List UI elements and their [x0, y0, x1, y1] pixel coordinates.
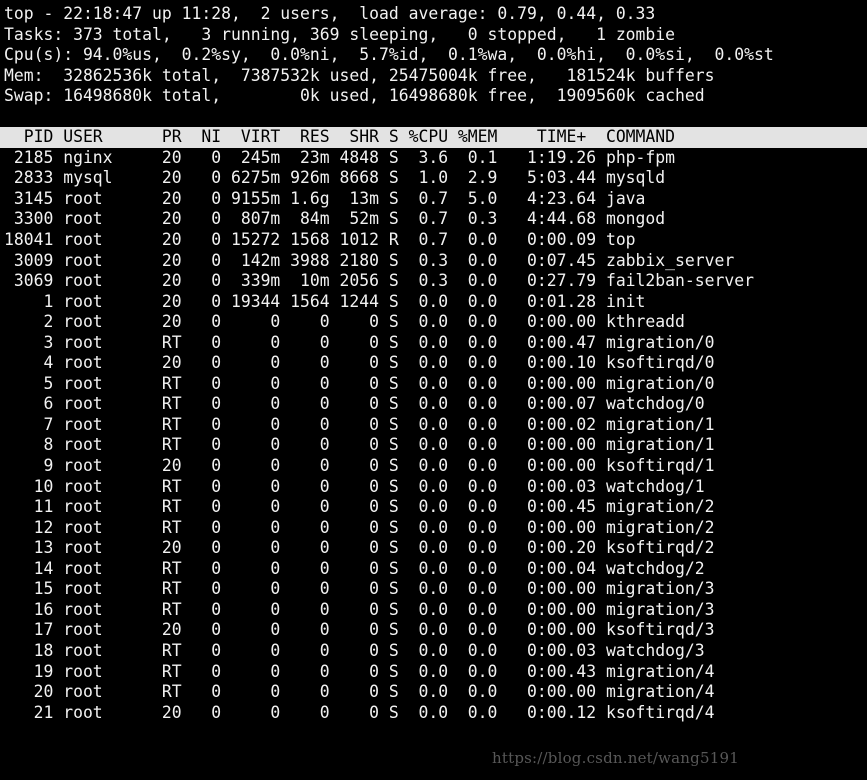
table-row: 16 root RT 0 0 0 0 S 0.0 0.0 0:00.00 mig… [4, 599, 715, 619]
table-row: 14 root RT 0 0 0 0 S 0.0 0.0 0:00.04 wat… [4, 558, 705, 578]
table-row: 8 root RT 0 0 0 0 S 0.0 0.0 0:00.00 migr… [4, 435, 715, 455]
table-row: 19 root RT 0 0 0 0 S 0.0 0.0 0:00.43 mig… [4, 661, 715, 681]
swap-line: Swap: 16498680k total, 0k used, 16498680… [4, 86, 705, 106]
table-row: 2185 nginx 20 0 245m 23m 4848 S 3.6 0.1 … [4, 147, 676, 167]
table-row: 3009 root 20 0 142m 3988 2180 S 0.3 0.0 … [4, 250, 735, 270]
process-table-body: 2185 nginx 20 0 245m 23m 4848 S 3.6 0.1 … [0, 148, 867, 723]
table-row: 1 root 20 0 19344 1564 1244 S 0.0 0.0 0:… [4, 291, 646, 311]
table-row: 5 root RT 0 0 0 0 S 0.0 0.0 0:00.00 migr… [4, 373, 715, 393]
top-summary-panel: top - 22:18:47 up 11:28, 2 users, load a… [0, 0, 867, 127]
uptime-line: top - 22:18:47 up 11:28, 2 users, load a… [4, 4, 656, 23]
table-row: 3069 root 20 0 339m 10m 2056 S 0.3 0.0 0… [4, 271, 754, 291]
table-row: 3300 root 20 0 807m 84m 52m S 0.7 0.3 4:… [4, 209, 666, 229]
watermark-text: https://blog.csdn.net/wang5191 [492, 749, 739, 767]
table-row: 4 root 20 0 0 0 0 S 0.0 0.0 0:00.10 ksof… [4, 353, 715, 373]
table-row: 3 root RT 0 0 0 0 S 0.0 0.0 0:00.47 migr… [4, 332, 715, 352]
summary-spacer [4, 107, 867, 128]
table-row: 18041 root 20 0 15272 1568 1012 R 0.7 0.… [4, 230, 636, 250]
memory-line: Mem: 32862536k total, 7387532k used, 254… [4, 65, 715, 85]
table-row: 20 root RT 0 0 0 0 S 0.0 0.0 0:00.00 mig… [4, 682, 715, 702]
cpu-line: Cpu(s): 94.0%us, 0.2%sy, 0.0%ni, 5.7%id,… [4, 45, 774, 65]
table-row: 6 root RT 0 0 0 0 S 0.0 0.0 0:00.07 watc… [4, 394, 705, 414]
table-row: 3145 root 20 0 9155m 1.6g 13m S 0.7 5.0 … [4, 188, 646, 208]
tasks-line: Tasks: 373 total, 3 running, 369 sleepin… [4, 24, 676, 44]
table-row: 13 root 20 0 0 0 0 S 0.0 0.0 0:00.20 kso… [4, 538, 715, 558]
table-row: 18 root RT 0 0 0 0 S 0.0 0.0 0:00.03 wat… [4, 640, 705, 660]
terminal-window[interactable]: top - 22:18:47 up 11:28, 2 users, load a… [0, 0, 867, 780]
table-row: 12 root RT 0 0 0 0 S 0.0 0.0 0:00.00 mig… [4, 517, 715, 537]
table-row: 7 root RT 0 0 0 0 S 0.0 0.0 0:00.02 migr… [4, 414, 715, 434]
table-row: 21 root 20 0 0 0 0 S 0.0 0.0 0:00.12 kso… [4, 702, 715, 722]
table-row: 15 root RT 0 0 0 0 S 0.0 0.0 0:00.00 mig… [4, 579, 715, 599]
table-row: 17 root 20 0 0 0 0 S 0.0 0.0 0:00.00 kso… [4, 620, 715, 640]
table-row: 11 root RT 0 0 0 0 S 0.0 0.0 0:00.45 mig… [4, 497, 715, 517]
process-table-header: PID USER PR NI VIRT RES SHR S %CPU %MEM … [0, 127, 867, 148]
table-row: 2833 mysql 20 0 6275m 926m 8668 S 1.0 2.… [4, 168, 666, 188]
table-row: 10 root RT 0 0 0 0 S 0.0 0.0 0:00.03 wat… [4, 476, 705, 496]
table-row: 2 root 20 0 0 0 0 S 0.0 0.0 0:00.00 kthr… [4, 312, 685, 332]
table-row: 9 root 20 0 0 0 0 S 0.0 0.0 0:00.00 ksof… [4, 456, 715, 476]
